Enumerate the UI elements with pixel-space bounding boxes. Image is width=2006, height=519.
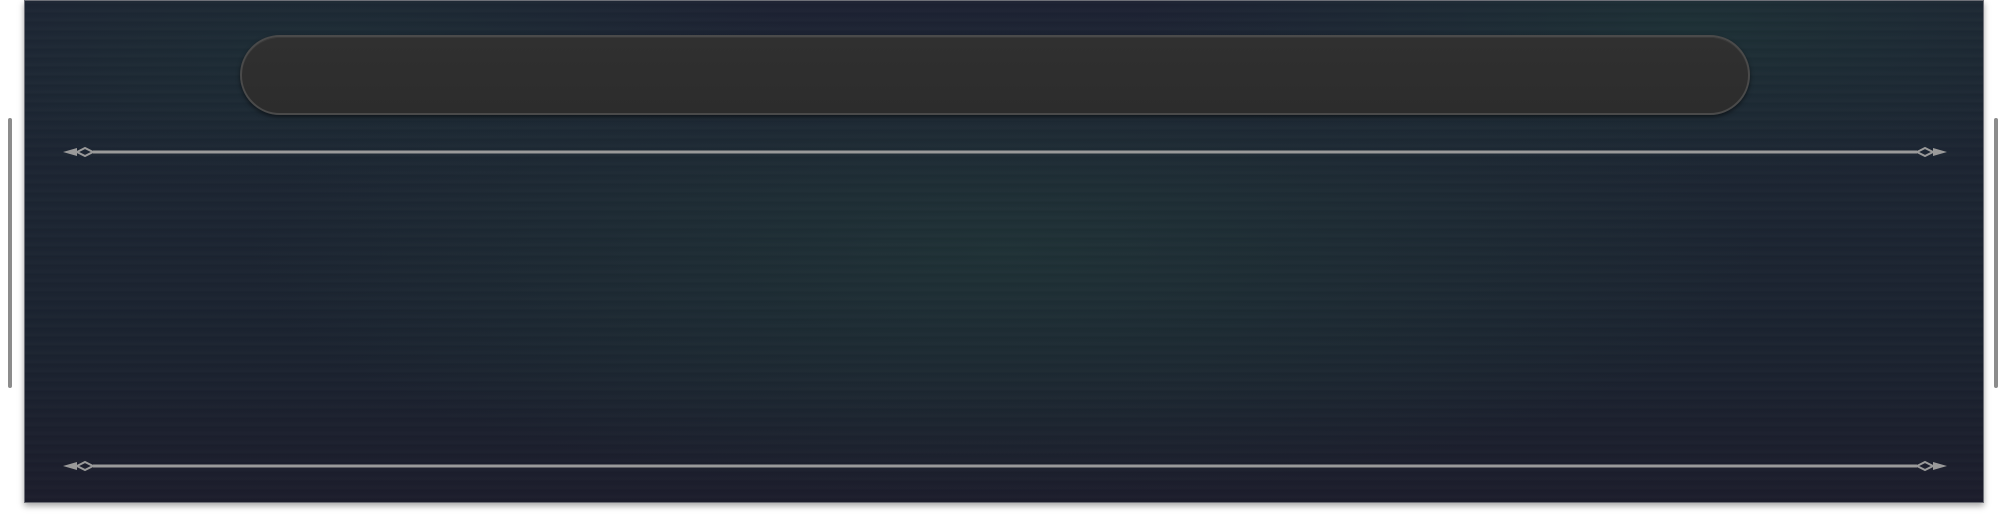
ornament-arrow-left-icon [63, 146, 96, 158]
ornament-arrow-right-icon [1914, 146, 1947, 158]
main-panel [24, 0, 1984, 503]
left-scrollbar[interactable] [8, 118, 12, 388]
ornament-arrow-left-icon [63, 460, 96, 472]
top-divider [63, 144, 1947, 160]
right-scrollbar[interactable] [1994, 118, 1998, 388]
bottom-divider [63, 458, 1947, 474]
ornament-arrow-right-icon [1914, 460, 1947, 472]
title-bar[interactable] [240, 35, 1750, 115]
app-window [0, 0, 2006, 519]
